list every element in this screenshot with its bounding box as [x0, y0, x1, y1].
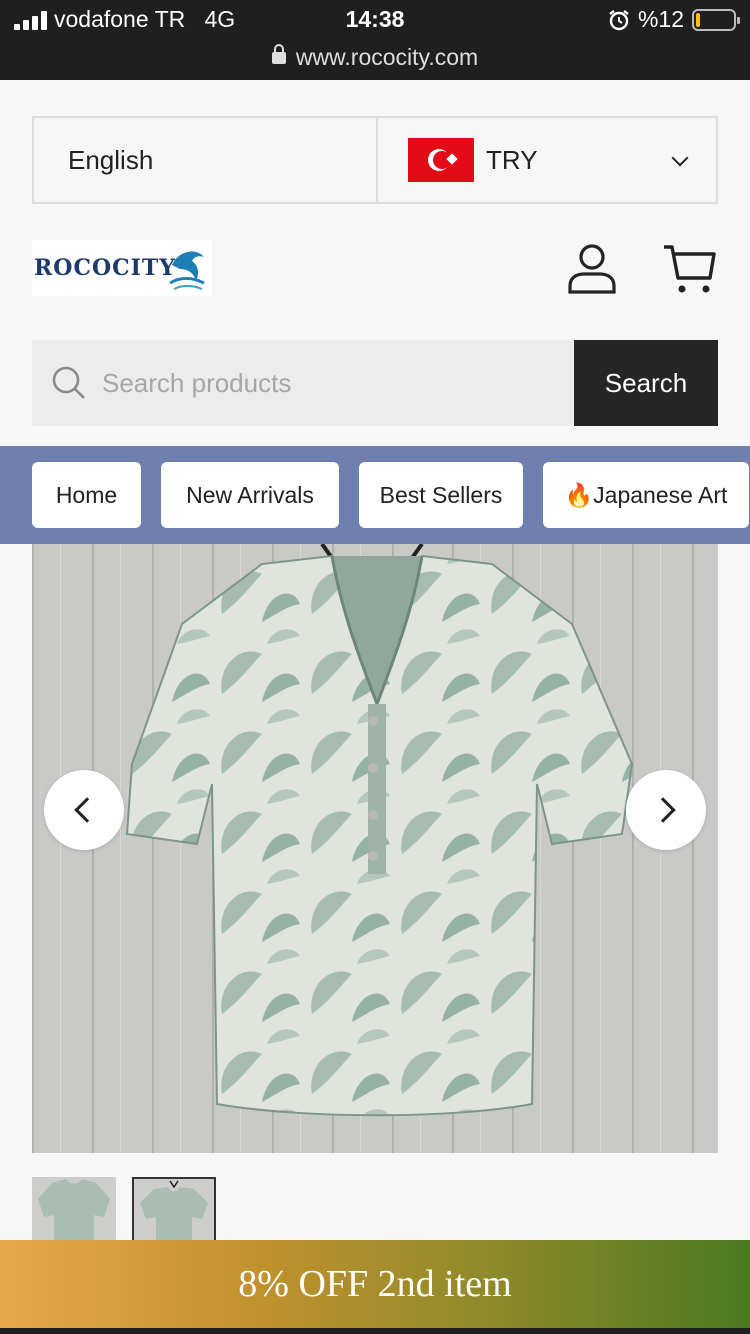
promo-text: 8% OFF 2nd item — [238, 1263, 512, 1305]
status-right: %12 — [608, 6, 740, 33]
product-image-carousel[interactable] — [32, 544, 718, 1153]
product-shirt-image — [32, 544, 718, 1153]
search-icon — [52, 366, 85, 399]
thumbnail-1[interactable] — [32, 1177, 116, 1247]
language-selector[interactable]: English — [32, 116, 378, 204]
nav-item-best-sellers[interactable]: Best Sellers — [359, 462, 523, 528]
search-input[interactable] — [102, 367, 522, 399]
language-label: English — [68, 144, 154, 175]
search-bar: Search — [32, 340, 718, 426]
nav-item-japanese-art[interactable]: 🔥Japanese Art — [543, 462, 749, 528]
dolphin-icon — [169, 251, 205, 290]
locale-selectors: English TRY — [32, 116, 718, 204]
product-thumbnails — [32, 1177, 216, 1247]
battery-percent: %12 — [637, 6, 684, 32]
alarm-icon — [609, 9, 629, 30]
thumbnail-2[interactable] — [132, 1177, 216, 1247]
status-bar: vodafone TR 4G 14:38 %12 www.rococity.co… — [0, 0, 750, 80]
search-button[interactable]: Search — [574, 340, 718, 426]
category-nav: Home New Arrivals Best Sellers 🔥Japanese… — [0, 446, 750, 544]
battery-icon — [692, 8, 740, 31]
url-text: www.rococity.com — [295, 44, 479, 70]
address-bar[interactable]: www.rococity.com — [0, 44, 750, 71]
turkey-flag-icon — [408, 138, 474, 182]
chevron-left-icon — [74, 797, 100, 823]
carousel-prev-button[interactable] — [44, 770, 124, 850]
chevron-right-icon — [650, 797, 676, 823]
nav-item-home[interactable]: Home — [32, 462, 141, 528]
user-account-icon[interactable] — [566, 242, 618, 294]
site-logo[interactable]: ROCOCITY — [32, 240, 212, 296]
lock-icon — [271, 44, 286, 64]
promo-banner[interactable]: 8% OFF 2nd item — [0, 1240, 750, 1328]
search-box — [32, 340, 574, 426]
chevron-down-icon — [671, 149, 689, 167]
logo-text: ROCOCITY — [34, 255, 176, 281]
nav-item-new-arrivals[interactable]: New Arrivals — [161, 462, 339, 528]
carousel-next-button[interactable] — [626, 770, 706, 850]
bottom-bar — [0, 1328, 750, 1334]
currency-label: TRY — [486, 144, 538, 175]
shopping-cart-icon[interactable] — [660, 240, 718, 296]
currency-selector[interactable]: TRY — [378, 116, 718, 204]
